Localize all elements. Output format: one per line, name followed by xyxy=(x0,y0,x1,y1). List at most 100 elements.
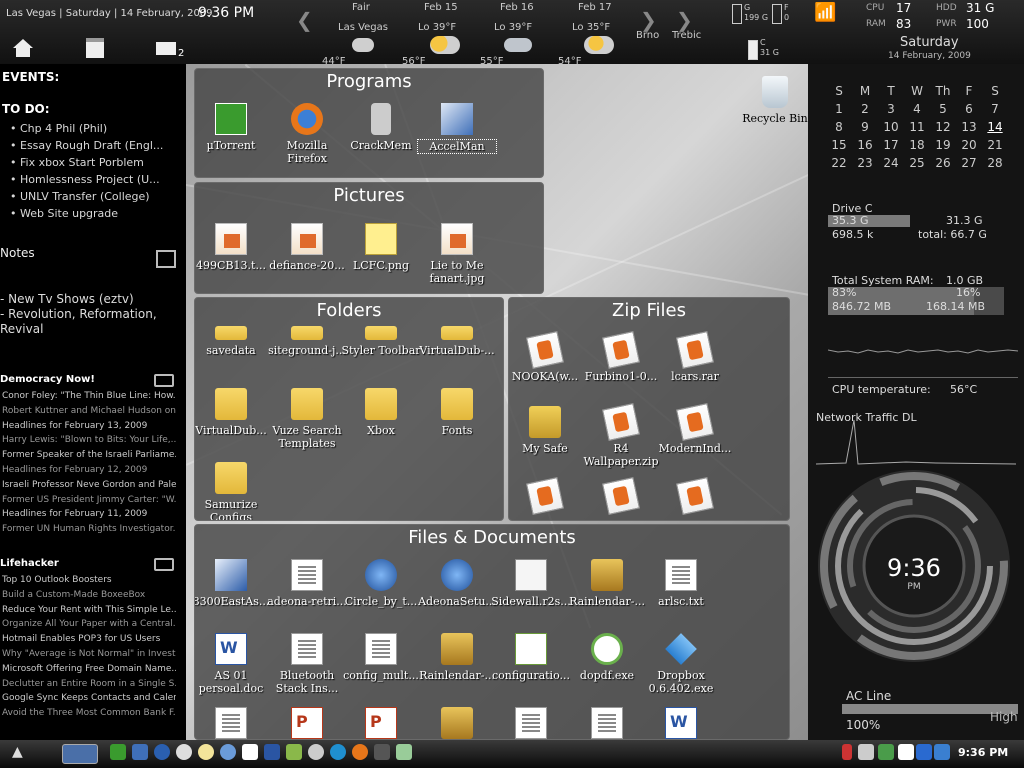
checkbox-note-icon[interactable] xyxy=(156,250,176,268)
feed-item[interactable]: Microsoft Offering Free Domain Name... xyxy=(0,662,176,677)
calendar-day[interactable]: 10 xyxy=(878,118,904,136)
calendar-day[interactable]: 7 xyxy=(982,100,1008,118)
arrow-taskbar-icon[interactable] xyxy=(396,744,412,760)
folder-item[interactable]: Vuze Search Templates xyxy=(267,388,347,450)
calendar-day[interactable]: 3 xyxy=(878,100,904,118)
folder-item[interactable]: siteground-j... xyxy=(267,326,347,357)
utorrent-taskbar-icon[interactable] xyxy=(110,744,126,760)
feed-item[interactable]: Headlines for February 13, 2009 xyxy=(0,419,176,434)
feed-item[interactable]: Google Sync Keeps Contacts and Calen... xyxy=(0,691,176,706)
calendar-day[interactable]: 13 xyxy=(956,118,982,136)
file-item[interactable]: arlsc.txt xyxy=(641,559,721,608)
network-tray-icon[interactable] xyxy=(878,744,894,760)
calendar-day[interactable]: 21 xyxy=(982,136,1008,154)
picture-file[interactable]: 499CB13.t... xyxy=(191,223,271,272)
calendar-day[interactable]: 4 xyxy=(904,100,930,118)
tray-arrow-icon[interactable] xyxy=(842,744,852,760)
file-item[interactable]: Rainlendar-... xyxy=(417,633,497,682)
zip-file[interactable]: R4 Wallpaper.zip xyxy=(581,403,661,468)
folder-item[interactable]: Fonts xyxy=(417,388,497,437)
file-item[interactable] xyxy=(491,707,571,739)
feed-item[interactable]: Build a Custom-Made BoxeeBox xyxy=(0,588,176,603)
calendar-day-today[interactable]: 14 xyxy=(982,118,1008,136)
feed-item[interactable]: Headlines for February 11, 2009 xyxy=(0,507,176,522)
calendar-day[interactable]: 23 xyxy=(852,154,878,172)
calendar-day[interactable]: 26 xyxy=(930,154,956,172)
word-taskbar-icon[interactable] xyxy=(264,744,280,760)
feed-item[interactable]: Top 10 Outlook Boosters xyxy=(0,573,176,588)
feed-item[interactable]: Avoid the Three Most Common Bank F... xyxy=(0,706,176,721)
program-crackmem[interactable]: CrackMem xyxy=(341,103,421,152)
search-taskbar-icon[interactable] xyxy=(308,744,324,760)
weather-city2[interactable]: Brno xyxy=(636,30,659,41)
firefox-taskbar-icon[interactable] xyxy=(352,744,368,760)
calendar-day[interactable]: 24 xyxy=(878,154,904,172)
weather-city3[interactable]: Trebic xyxy=(672,30,701,41)
file-item[interactable]: Circle_by_t... xyxy=(341,559,421,608)
picture-file[interactable]: defiance-20... xyxy=(267,223,347,272)
blank-tray-icon[interactable] xyxy=(898,744,914,760)
feed-item[interactable]: Reduce Your Rent with This Simple Le... xyxy=(0,603,176,618)
feed-item[interactable]: Organize All Your Paper with a Central..… xyxy=(0,617,176,632)
book-icon[interactable] xyxy=(154,374,174,387)
volume-icon[interactable] xyxy=(858,744,874,760)
folder-item[interactable]: Styler Toolbar xyxy=(341,326,421,357)
zip-file[interactable] xyxy=(655,477,735,516)
file-item[interactable] xyxy=(341,707,421,739)
calendar-day[interactable]: 18 xyxy=(904,136,930,154)
feed-item[interactable]: Why "Average is Not Normal" in Investi..… xyxy=(0,647,176,662)
file-item[interactable]: AS 01 persoal.doc xyxy=(195,633,271,695)
calendar-day[interactable]: 8 xyxy=(826,118,852,136)
todo-item[interactable]: • Chp 4 Phil (Phil) xyxy=(2,120,186,137)
clock-taskbar-icon[interactable] xyxy=(176,744,192,760)
calendar-day[interactable]: 11 xyxy=(904,118,930,136)
calendar-day[interactable]: 6 xyxy=(956,100,982,118)
feed1-title[interactable]: Democracy Now! xyxy=(0,374,95,385)
zip-file[interactable] xyxy=(509,477,585,516)
show-desktop-icon[interactable] xyxy=(62,744,98,764)
bulb-taskbar-icon[interactable] xyxy=(198,744,214,760)
document-icon[interactable] xyxy=(86,38,104,58)
city-arrow-icon[interactable]: ❯ xyxy=(676,8,693,32)
todo-item[interactable]: • Essay Rough Draft (Engl... xyxy=(2,137,186,154)
taskbar-clock[interactable]: 9:36 PM xyxy=(958,746,1008,759)
program-utorrent[interactable]: µTorrent xyxy=(191,103,271,152)
folder-item[interactable]: savedata xyxy=(195,326,271,357)
file-item[interactable]: dopdf.exe xyxy=(567,633,647,682)
file-item[interactable] xyxy=(267,707,347,739)
feed-item[interactable]: Declutter an Entire Room in a Single S..… xyxy=(0,677,176,692)
calendar-day[interactable]: 19 xyxy=(930,136,956,154)
feed-item[interactable]: Israeli Professor Neve Gordon and Pale..… xyxy=(0,478,176,493)
file-item[interactable]: config_mult... xyxy=(341,633,421,682)
folder-item[interactable]: Samurize Configs xyxy=(195,462,271,520)
bluetooth-tray-icon[interactable] xyxy=(916,744,932,760)
calendar-day[interactable]: 2 xyxy=(852,100,878,118)
mail-icon[interactable] xyxy=(156,42,176,55)
feed-item[interactable]: Former UN Human Rights Investigator... xyxy=(0,522,176,537)
app-taskbar-icon[interactable] xyxy=(242,744,258,760)
monitor-tray-icon[interactable] xyxy=(934,744,950,760)
calendar-day[interactable]: 22 xyxy=(826,154,852,172)
calendar-day[interactable]: 27 xyxy=(956,154,982,172)
feed-item[interactable]: Former Speaker of the Israeli Parliame..… xyxy=(0,448,176,463)
file-item[interactable] xyxy=(641,707,721,739)
calendar-day[interactable]: 25 xyxy=(904,154,930,172)
network-taskbar-icon[interactable] xyxy=(330,744,346,760)
file-item[interactable] xyxy=(567,707,647,739)
file-item[interactable]: Sidewall.r2s... xyxy=(491,559,571,608)
todo-item[interactable]: • Web Site upgrade xyxy=(2,205,186,222)
calendar-day[interactable]: 16 xyxy=(852,136,878,154)
picture-file[interactable]: LCFC.png xyxy=(341,223,421,272)
program-accelman[interactable]: AccelMan xyxy=(417,103,497,154)
zip-file[interactable]: ModernInd... xyxy=(655,403,735,455)
file-item[interactable]: AdeonaSetu... xyxy=(417,559,497,608)
picture-file[interactable]: Lie to Me fanart.jpg xyxy=(417,223,497,285)
program-firefox[interactable]: Mozilla Firefox xyxy=(267,103,347,165)
media-player-taskbar-icon[interactable] xyxy=(154,744,170,760)
todo-item[interactable]: • Homlessness Project (U... xyxy=(2,171,186,188)
zip-file[interactable]: lcars.rar xyxy=(655,331,735,383)
calendar-day[interactable]: 1 xyxy=(826,100,852,118)
feed-item[interactable]: Harry Lewis: "Blown to Bits: Your Life,.… xyxy=(0,433,176,448)
feed-item[interactable]: Conor Foley: "The Thin Blue Line: How... xyxy=(0,389,176,404)
calendar-day[interactable]: 20 xyxy=(956,136,982,154)
